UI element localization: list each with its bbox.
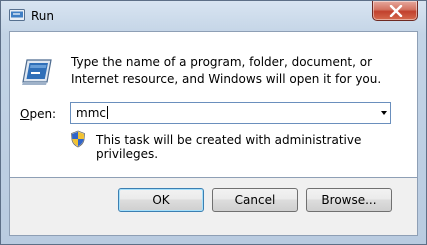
open-input[interactable]: mmc (76, 106, 108, 120)
open-label: Open: (20, 107, 56, 121)
title-bar[interactable]: Run (1, 1, 426, 31)
close-button[interactable] (372, 1, 418, 21)
ok-button[interactable]: OK (118, 188, 204, 212)
window-title: Run (31, 9, 55, 23)
dropdown-arrow-icon[interactable] (381, 111, 387, 115)
browse-button[interactable]: Browse... (306, 188, 392, 212)
open-combobox[interactable]: mmc (70, 102, 391, 124)
dialog-description: Type the name of a program, folder, docu… (71, 55, 382, 86)
open-label-text: pen: (29, 107, 57, 121)
run-title-icon (9, 9, 25, 22)
cancel-button[interactable]: Cancel (212, 188, 298, 212)
admin-privileges-note: This task will be created with administr… (96, 133, 362, 161)
close-icon (389, 5, 403, 17)
run-dialog: Run Type the name of a program, folder, … (0, 0, 427, 245)
uac-shield-icon (70, 130, 86, 148)
run-icon (21, 58, 53, 86)
